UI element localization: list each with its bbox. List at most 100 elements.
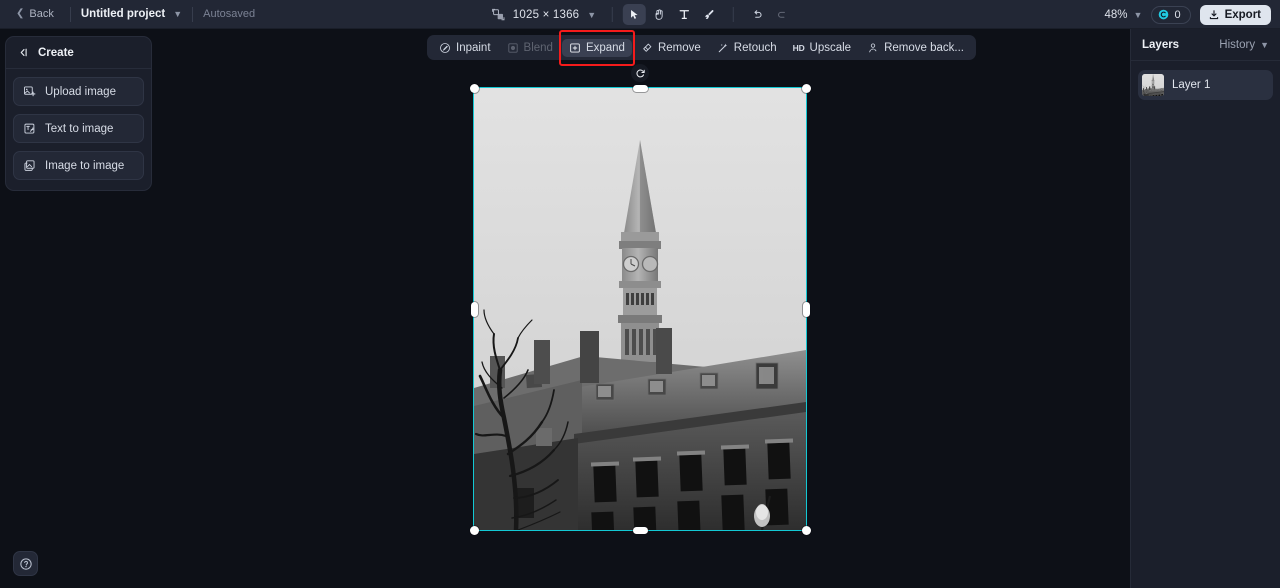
autosaved-status: Autosaved [203,8,256,20]
credit-coin-icon [1159,9,1169,20]
blend-button[interactable]: Blend [500,39,560,57]
resize-handle-bottom-left[interactable] [469,525,479,535]
brush-icon [705,9,714,19]
top-bar: ❮ Back Untitled project ▼ Autosaved 1025… [0,0,1280,29]
layer-item[interactable]: Layer 1 [1138,70,1273,100]
rotate-icon [636,69,645,77]
layers-list: Layer 1 [1131,61,1280,109]
resize-handle-top-left[interactable] [469,83,479,93]
text-icon [679,10,690,20]
remove-button[interactable]: Remove [634,39,708,57]
canvas-size-value: 1025 × 1366 [512,8,580,21]
canvas-toolbar: Inpaint Blend Expand Remove Retouch HD U… [427,29,976,66]
credits-count: 0 [1174,8,1181,21]
eraser-icon [643,43,652,52]
canvas-size-icon [492,8,505,21]
undo-icon [754,10,762,18]
canvas-size-dropdown[interactable]: 1025 × 1366 ▼ [486,8,602,21]
tool-group [623,4,794,25]
inpaint-icon [440,42,450,53]
help-button[interactable] [13,551,38,576]
project-name-dropdown[interactable]: Untitled project ▼ [81,8,182,20]
resize-handle-top[interactable] [632,84,648,92]
redo-button[interactable] [771,4,794,25]
select-tool[interactable] [623,4,647,25]
create-panel-title: Create [38,46,74,59]
create-panel-body: Upload image Text to image Image to imag… [6,69,151,190]
brush-tool[interactable] [698,4,721,25]
top-bar-left: ❮ Back Untitled project ▼ Autosaved [0,5,255,23]
text-tool[interactable] [673,4,696,25]
upscale-label: Upscale [809,41,852,54]
resize-handle-bottom[interactable] [632,526,648,534]
layers-panel: Layers History ▼ Layer 1 [1130,29,1280,588]
image-editor-app: ❮ Back Untitled project ▼ Autosaved 1025… [0,0,1280,588]
selected-image-layer[interactable] [469,83,811,535]
redo-icon [778,11,786,18]
remove-background-button[interactable]: Remove back... [860,39,971,57]
export-button[interactable]: Export [1199,4,1271,25]
divider [612,7,614,22]
expand-icon [570,42,580,53]
zoom-dropdown[interactable]: 48% ▼ [1105,9,1143,21]
chevron-left-icon: ❮ [16,8,25,19]
chevron-down-icon: ▼ [1133,9,1143,20]
blend-label: Blend [523,41,553,54]
history-dropdown[interactable]: History ▼ [1219,39,1269,51]
text-to-image-button[interactable]: Text to image [13,114,144,143]
remove-label: Remove [657,41,701,54]
back-button-label: Back [29,8,54,20]
upload-image-icon [23,86,36,97]
image-to-image-icon [24,160,35,171]
image-to-image-label: Image to image [45,159,125,172]
text-to-image-icon [24,123,35,134]
remove-background-icon [869,42,877,52]
layers-panel-header: Layers History ▼ [1131,29,1280,61]
upload-image-button[interactable]: Upload image [13,77,144,106]
resize-handle-bottom-right[interactable] [801,525,811,535]
collapse-left-icon[interactable] [17,46,30,59]
project-name: Untitled project [80,8,166,20]
credits-badge[interactable]: 0 [1151,5,1191,24]
chevron-down-icon: ▼ [173,9,183,19]
undo-button[interactable] [746,4,769,25]
create-panel-header: Create [6,37,151,69]
magic-wand-icon [718,43,727,52]
expand-button[interactable]: Expand [561,38,632,57]
blend-icon [507,42,518,53]
inpaint-label: Inpaint [456,41,491,54]
retouch-button[interactable]: Retouch [710,39,784,57]
cursor-icon [631,9,638,19]
hand-icon [655,9,664,20]
chevron-down-icon: ▼ [587,9,597,20]
layer-thumbnail-image [1142,74,1164,96]
layer-name: Layer 1 [1172,79,1211,91]
chevron-down-icon: ▼ [1260,40,1269,50]
inpaint-button[interactable]: Inpaint [432,39,498,57]
top-bar-center: 1025 × 1366 ▼ [486,0,794,29]
resize-handle-right[interactable] [802,301,810,317]
hand-tool[interactable] [648,4,671,25]
layers-panel-title: Layers [1142,39,1180,51]
resize-handle-top-right[interactable] [801,83,811,93]
divider [69,6,71,22]
history-label: History [1219,39,1256,51]
layer-thumbnail [1142,74,1164,96]
photo-artwork [474,88,806,530]
image-to-image-button[interactable]: Image to image [13,151,144,180]
divider [192,6,194,22]
upscale-button[interactable]: HD Upscale [786,39,858,57]
back-button[interactable]: ❮ Back [10,5,60,23]
hd-icon: HD [792,42,805,53]
rotate-handle[interactable] [631,64,649,82]
upload-image-label: Upload image [45,85,116,98]
help-circle-icon [19,557,32,570]
text-to-image-label: Text to image [45,122,114,135]
expand-highlight: Expand [558,29,635,66]
resize-handle-left[interactable] [470,301,478,317]
create-panel: Create Upload image Text to image Image … [5,36,152,191]
zoom-level-value: 48% [1104,8,1128,21]
canvas-photo [474,88,806,530]
retouch-label: Retouch [733,41,777,54]
top-bar-right: 48% ▼ 0 Export [1105,0,1271,29]
